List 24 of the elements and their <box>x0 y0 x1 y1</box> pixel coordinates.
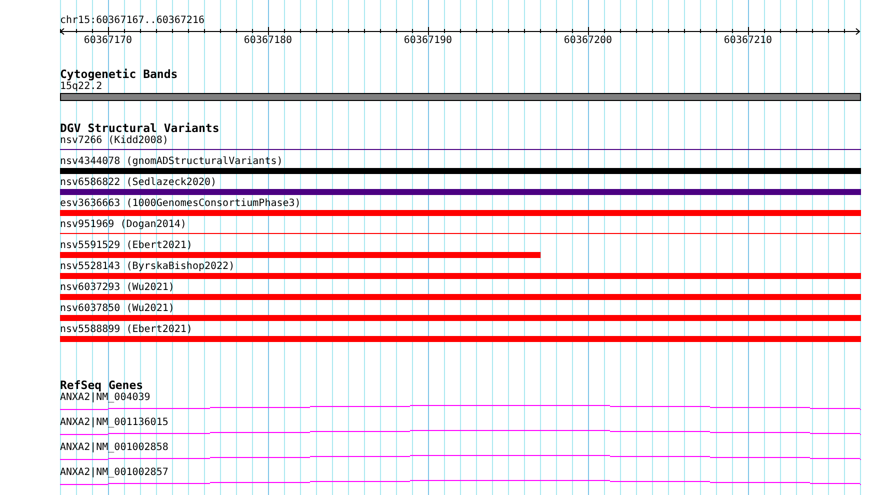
tick-label: 60367190 <box>404 35 452 47</box>
feature-label: nsv951969 (Dogan2014) <box>60 219 186 231</box>
feature-label: 15q22.2 <box>60 81 102 93</box>
feature-label: nsv6037850 (Wu2021) <box>60 303 174 315</box>
feature-label: nsv6037293 (Wu2021) <box>60 282 174 294</box>
track-title: Cytogenetic Bands <box>60 68 178 81</box>
feature-label: nsv6586822 (Sedlazeck2020) <box>60 177 217 189</box>
feature-label: ANXA2|NM_001136015 <box>60 417 168 429</box>
feature-label: nsv7266 (Kidd2008) <box>60 135 168 147</box>
feature-label: nsv5591529 (Ebert2021) <box>60 240 192 252</box>
tick-label: 60367170 <box>84 35 132 47</box>
feature-label: ANXA2|NM_001002858 <box>60 442 168 454</box>
tick-label: 60367200 <box>564 35 612 47</box>
track-title: DGV Structural Variants <box>60 122 220 135</box>
tick-label: 60367210 <box>724 35 772 47</box>
location-label: chr15:60367167..60367216 <box>60 14 204 27</box>
feature-label: nsv5528143 (ByrskaBishop2022) <box>60 261 235 273</box>
track-title: RefSeq Genes <box>60 379 144 392</box>
feature-label: nsv4344078 (gnomADStructuralVariants) <box>60 156 283 168</box>
feature-label: esv3636663 (1000GenomesConsortiumPhase3) <box>60 198 301 210</box>
feature-label: ANXA2|NM_001002857 <box>60 467 168 479</box>
feature-label: ANXA2|NM_004039 <box>60 392 150 404</box>
tick-label: 60367180 <box>244 35 292 47</box>
feature-label: nsv5588899 (Ebert2021) <box>60 324 192 336</box>
